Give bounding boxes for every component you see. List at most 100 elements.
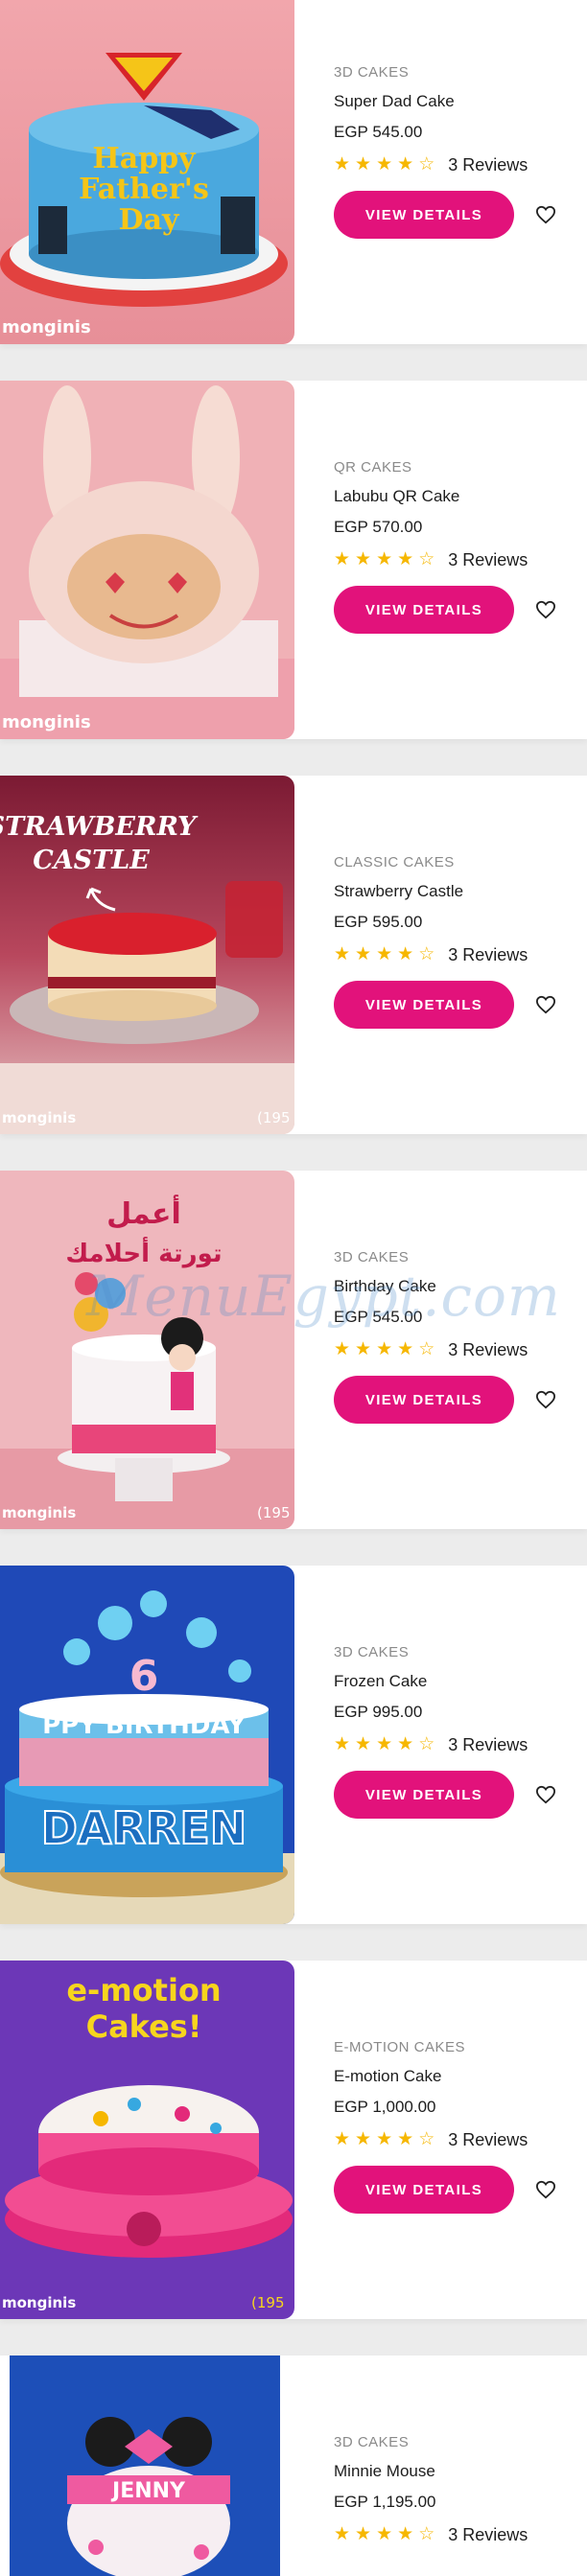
- star-filled-icon: ★: [376, 1734, 393, 1754]
- product-name[interactable]: Birthday Cake: [334, 1277, 574, 1296]
- product-card: PPY BIRTHDAY DARREN 6 3D CAKES Frozen Ca…: [0, 1566, 587, 1924]
- brand-logo: monginis: [2, 317, 91, 337]
- star-filled-icon: ★: [334, 154, 351, 174]
- star-filled-icon: ★: [397, 1734, 414, 1754]
- star-filled-icon: ★: [355, 944, 372, 964]
- product-category: 3D CAKES: [334, 2434, 410, 2450]
- product-name[interactable]: Labubu QR Cake: [334, 487, 574, 506]
- super-dad-cake-photo: Happy Father's Day monginis: [0, 0, 294, 344]
- star-filled-icon: ★: [355, 549, 372, 569]
- image-caption: STRAWBERRY: [0, 812, 199, 842]
- heart-icon[interactable]: [533, 2177, 558, 2202]
- product-card: JENNY 3D CAKES Minnie Mouse EGP 1,195.00…: [0, 2356, 587, 2576]
- review-count[interactable]: 3 Reviews: [448, 1340, 528, 1360]
- minnie-mouse-cake-photo: JENNY: [10, 2356, 280, 2576]
- star-rating: ★ ★ ★ ★ ☆: [334, 2130, 434, 2149]
- product-price: EGP 545.00: [334, 1308, 423, 1326]
- product-image[interactable]: أعمل تورتة أحلامك monginis (195: [0, 1171, 294, 1529]
- image-caption: Happy: [92, 142, 197, 175]
- heart-icon[interactable]: [533, 202, 558, 227]
- product-category: 3D CAKES: [334, 64, 410, 81]
- heart-icon[interactable]: [533, 1782, 558, 1807]
- star-filled-icon: ★: [376, 2129, 393, 2149]
- star-empty-icon: ☆: [418, 1339, 435, 1359]
- review-count[interactable]: 3 Reviews: [448, 550, 528, 570]
- frozen-cake-photo: PPY BIRTHDAY DARREN 6: [0, 1566, 294, 1924]
- rating-row: ★ ★ ★ ★ ☆ 3 Reviews: [334, 1339, 574, 1360]
- star-rating: ★ ★ ★ ★ ☆: [334, 1735, 434, 1754]
- product-price: EGP 1,000.00: [334, 2098, 436, 2116]
- rating-row: ★ ★ ★ ★ ☆ 3 Reviews: [334, 2524, 574, 2545]
- brand-badge: (195: [257, 1504, 290, 1521]
- heart-icon[interactable]: [533, 597, 558, 622]
- review-count[interactable]: 3 Reviews: [448, 1735, 528, 1755]
- product-card: e-motion Cakes! monginis (195 E-MOTION C…: [0, 1961, 587, 2319]
- product-price: EGP 545.00: [334, 123, 423, 141]
- product-card: أعمل تورتة أحلامك monginis (195 3D CAKES…: [0, 1171, 587, 1529]
- star-filled-icon: ★: [376, 1339, 393, 1359]
- view-details-button[interactable]: VIEW DETAILS: [334, 191, 514, 239]
- brand-logo: monginis: [2, 1109, 76, 1126]
- star-empty-icon: ☆: [418, 154, 435, 174]
- star-filled-icon: ★: [334, 549, 351, 569]
- view-details-button[interactable]: VIEW DETAILS: [334, 1376, 514, 1424]
- product-image[interactable]: STRAWBERRY CASTLE monginis (195: [0, 776, 294, 1134]
- image-caption: DARREN: [41, 1802, 247, 1854]
- product-price: EGP 570.00: [334, 518, 423, 536]
- view-details-button[interactable]: VIEW DETAILS: [334, 2166, 514, 2214]
- emotion-cake-photo: e-motion Cakes! monginis (195: [0, 1961, 294, 2319]
- star-rating: ★ ★ ★ ★ ☆: [334, 2525, 434, 2544]
- review-count[interactable]: 3 Reviews: [448, 945, 528, 965]
- product-name[interactable]: Strawberry Castle: [334, 882, 574, 901]
- star-filled-icon: ★: [334, 2129, 351, 2149]
- product-image[interactable]: monginis: [0, 381, 294, 739]
- product-name[interactable]: Minnie Mouse: [334, 2462, 574, 2481]
- star-empty-icon: ☆: [418, 2129, 435, 2149]
- rating-row: ★ ★ ★ ★ ☆ 3 Reviews: [334, 1734, 574, 1755]
- strawberry-castle-photo: STRAWBERRY CASTLE monginis (195: [0, 776, 294, 1134]
- star-filled-icon: ★: [334, 1339, 351, 1359]
- product-image[interactable]: e-motion Cakes! monginis (195: [0, 1961, 294, 2319]
- view-details-button[interactable]: VIEW DETAILS: [334, 586, 514, 634]
- product-image[interactable]: JENNY: [10, 2356, 280, 2576]
- star-empty-icon: ☆: [418, 2524, 435, 2544]
- view-details-button[interactable]: VIEW DETAILS: [334, 981, 514, 1029]
- labubu-cake-photo: monginis: [0, 381, 294, 739]
- product-price: EGP 1,195.00: [334, 2493, 436, 2511]
- star-filled-icon: ★: [397, 1339, 414, 1359]
- star-filled-icon: ★: [376, 154, 393, 174]
- review-count[interactable]: 3 Reviews: [448, 2525, 528, 2545]
- star-filled-icon: ★: [334, 2524, 351, 2544]
- star-rating: ★ ★ ★ ★ ☆: [334, 550, 434, 569]
- star-rating: ★ ★ ★ ★ ☆: [334, 945, 434, 964]
- product-name[interactable]: E-motion Cake: [334, 2067, 574, 2086]
- rating-row: ★ ★ ★ ★ ☆ 3 Reviews: [334, 549, 574, 570]
- svg-text:6: 6: [129, 1652, 159, 1701]
- review-count[interactable]: 3 Reviews: [448, 2130, 528, 2150]
- product-category: 3D CAKES: [334, 1644, 410, 1660]
- image-caption: Day: [119, 203, 180, 237]
- star-filled-icon: ★: [376, 944, 393, 964]
- view-details-button[interactable]: VIEW DETAILS: [334, 1771, 514, 1819]
- star-empty-icon: ☆: [418, 944, 435, 964]
- heart-icon[interactable]: [533, 992, 558, 1017]
- star-rating: ★ ★ ★ ★ ☆: [334, 155, 434, 174]
- star-filled-icon: ★: [376, 2524, 393, 2544]
- star-filled-icon: ★: [376, 549, 393, 569]
- brand-logo: monginis: [2, 712, 91, 732]
- product-name[interactable]: Frozen Cake: [334, 1672, 574, 1691]
- product-list: Happy Father's Day monginis 3D CAKES Sup…: [0, 0, 587, 2576]
- product-price: EGP 595.00: [334, 913, 423, 931]
- product-name[interactable]: Super Dad Cake: [334, 92, 574, 111]
- rating-row: ★ ★ ★ ★ ☆ 3 Reviews: [334, 154, 574, 175]
- review-count[interactable]: 3 Reviews: [448, 155, 528, 175]
- product-image[interactable]: PPY BIRTHDAY DARREN 6: [0, 1566, 294, 1924]
- image-caption: e-motion: [66, 1972, 221, 2008]
- image-caption: JENNY: [110, 2479, 186, 2503]
- image-caption: PPY BIRTHDAY: [42, 1711, 247, 1740]
- star-rating: ★ ★ ★ ★ ☆: [334, 1340, 434, 1359]
- star-filled-icon: ★: [397, 2524, 414, 2544]
- heart-icon[interactable]: [533, 1387, 558, 1412]
- star-filled-icon: ★: [355, 1734, 372, 1754]
- product-image[interactable]: Happy Father's Day monginis: [0, 0, 294, 344]
